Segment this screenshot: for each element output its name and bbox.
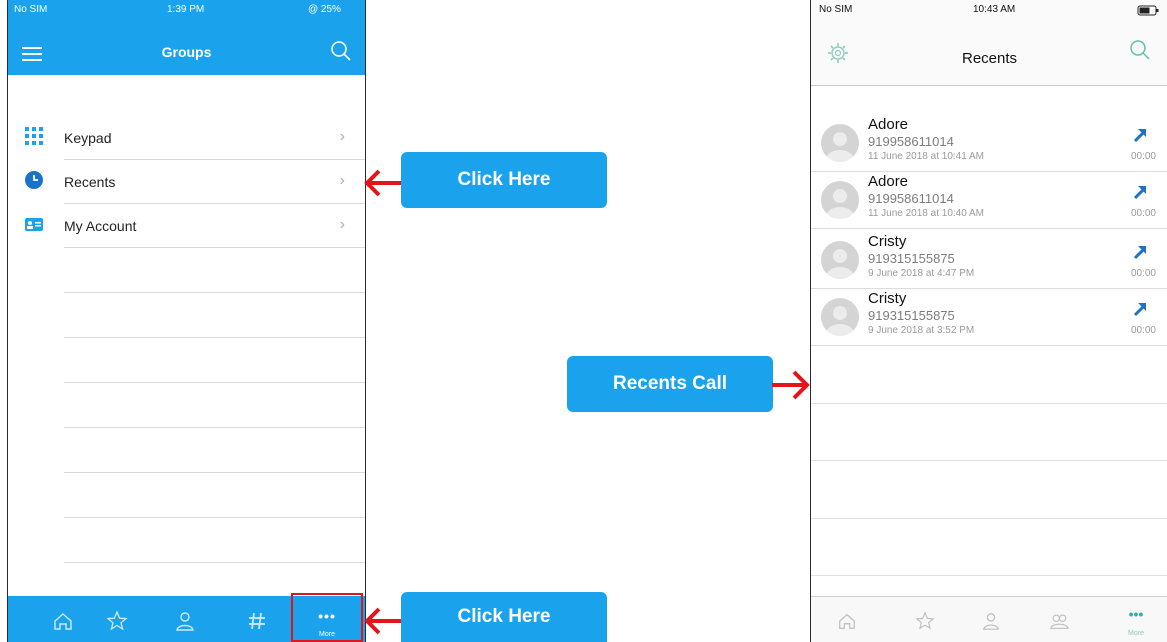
divider: [811, 575, 1167, 576]
menu-item-label: My Account: [64, 218, 137, 234]
home-icon[interactable]: [837, 611, 857, 631]
divider: [64, 382, 365, 383]
hash-icon[interactable]: [246, 610, 268, 632]
status-battery: @ 25%: [308, 4, 341, 15]
avatar-icon: [821, 241, 859, 279]
page-title: Recents: [961, 50, 1018, 67]
divider: [64, 472, 365, 473]
groups-header-bar: No SIM 1:39 PM @ 25% Groups: [8, 0, 365, 75]
chevron-right-icon: ›: [339, 216, 345, 233]
call-timestamp: 9 June 2018 at 3:52 PM: [868, 325, 975, 336]
bottom-tab-bar: [811, 596, 1167, 642]
arrow-right-icon: [772, 370, 810, 400]
divider: [64, 247, 365, 248]
outgoing-call-icon: [1133, 129, 1146, 143]
divider: [811, 228, 1167, 229]
divider: [64, 337, 365, 338]
call-duration: 00:00: [1130, 208, 1156, 219]
recent-call-row[interactable]: Adore 919958611014 11 June 2018 at 10:40…: [811, 172, 1167, 229]
left-phone-screen: No SIM 1:39 PM @ 25% Groups Keypad › Rec…: [7, 0, 366, 642]
contact-number: 919315155875: [868, 308, 955, 323]
contact-number: 919958611014: [868, 134, 954, 149]
menu-item-my-account[interactable]: My Account ›: [8, 204, 365, 248]
contact-name: Cristy: [868, 233, 907, 250]
more-tab-label: More: [1128, 630, 1144, 637]
call-timestamp: 9 June 2018 at 4:47 PM: [868, 268, 975, 279]
call-timestamp: 11 June 2018 at 10:40 AM: [868, 208, 985, 219]
menu-item-keypad[interactable]: Keypad ›: [8, 116, 365, 160]
star-icon[interactable]: [915, 611, 935, 631]
divider: [64, 292, 365, 293]
status-carrier: No SIM: [819, 4, 853, 15]
call-duration: 00:00: [1130, 325, 1156, 336]
group-icon[interactable]: [1049, 611, 1069, 631]
person-icon[interactable]: [174, 610, 196, 632]
highlight-box: [291, 593, 363, 642]
divider: [811, 518, 1167, 519]
divider: [811, 460, 1167, 461]
avatar-icon: [821, 124, 859, 162]
contact-name: Adore: [868, 116, 909, 133]
chevron-right-icon: ›: [339, 172, 345, 189]
divider: [64, 517, 365, 518]
divider: [811, 403, 1167, 404]
more-icon[interactable]: •••: [1116, 606, 1156, 622]
right-phone-screen: No SIM 10:43 AM Recents Adore 9199586110…: [810, 0, 1167, 642]
battery-icon: [1137, 5, 1159, 16]
menu-item-recents[interactable]: Recents ›: [8, 160, 365, 204]
divider: [64, 427, 365, 428]
clock-icon: [25, 171, 43, 189]
call-timestamp: 11 June 2018 at 10:41 AM: [868, 151, 985, 162]
callout-click-here-recents: Click Here: [401, 152, 607, 208]
account-card-icon: [25, 218, 43, 231]
chevron-right-icon: ›: [339, 128, 345, 145]
contact-number: 919315155875: [868, 251, 955, 266]
status-carrier: No SIM: [14, 4, 48, 15]
call-duration: 00:00: [1130, 268, 1156, 279]
contact-name: Cristy: [868, 290, 907, 307]
search-icon[interactable]: [1129, 39, 1151, 61]
recent-call-row[interactable]: Cristy 919315155875 9 June 2018 at 3:52 …: [811, 289, 1167, 346]
outgoing-call-icon: [1133, 186, 1146, 200]
contact-number: 919958611014: [868, 191, 954, 206]
status-time: 1:39 PM: [167, 4, 205, 15]
person-icon[interactable]: [981, 611, 1001, 631]
recent-call-row[interactable]: Cristy 919315155875 9 June 2018 at 4:47 …: [811, 232, 1167, 289]
keypad-icon: [25, 127, 43, 145]
callout-click-here-more: Click Here: [401, 592, 607, 642]
avatar-icon: [821, 298, 859, 336]
page-title: Groups: [161, 44, 212, 60]
divider: [811, 345, 1167, 346]
arrow-left-icon: [364, 607, 402, 635]
menu-item-label: Keypad: [64, 130, 112, 146]
contact-name: Adore: [868, 173, 909, 190]
recents-header-bar: No SIM 10:43 AM Recents: [811, 0, 1167, 86]
outgoing-call-icon: [1133, 303, 1146, 317]
recent-call-row[interactable]: Adore 919958611014 11 June 2018 at 10:41…: [811, 115, 1167, 172]
outgoing-call-icon: [1133, 246, 1146, 260]
search-icon[interactable]: [330, 40, 352, 62]
star-icon[interactable]: [106, 610, 128, 632]
call-duration: 00:00: [1130, 151, 1156, 162]
status-time: 10:43 AM: [973, 4, 1016, 15]
menu-item-label: Recents: [64, 174, 116, 190]
divider: [64, 562, 365, 563]
home-icon[interactable]: [52, 610, 74, 632]
avatar-icon: [821, 181, 859, 219]
callout-recents-call: Recents Call: [567, 356, 773, 412]
arrow-left-icon: [364, 169, 402, 197]
